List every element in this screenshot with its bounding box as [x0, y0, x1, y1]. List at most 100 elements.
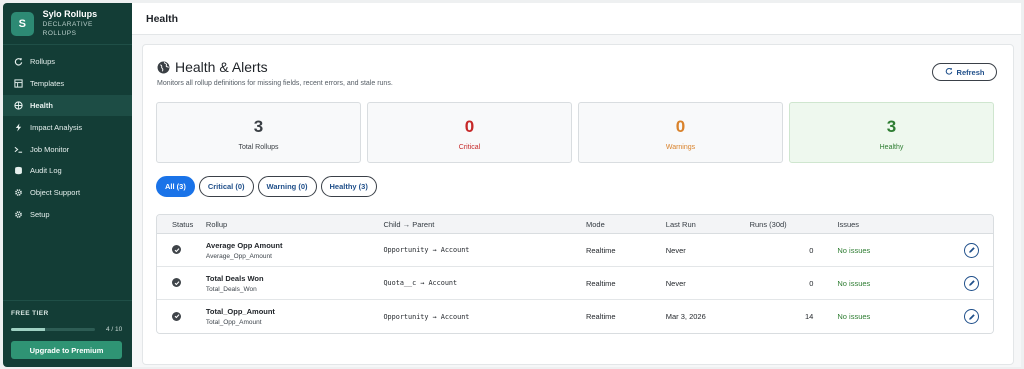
check-circle-icon — [172, 245, 181, 255]
pencil-icon — [968, 247, 975, 253]
stats-row: 3 Total Rollups 0 Critical 0 Warnings 3 … — [156, 102, 1000, 163]
stat-label: Warnings — [665, 144, 696, 151]
table-row[interactable]: Total_Opp_Amount Total_Opp_Amount Opport… — [157, 300, 993, 333]
tier-label: FREE TIER — [11, 310, 49, 317]
stat-value: 0 — [675, 117, 686, 136]
child-parent: Opportunity → Account — [383, 312, 470, 321]
refresh-button[interactable]: Refresh — [932, 63, 997, 81]
filter-healthy[interactable]: Healthy (3) — [320, 176, 377, 197]
refresh-label: Refresh — [956, 67, 985, 77]
tier-usage-bar — [11, 328, 95, 331]
issues: No issues — [837, 245, 871, 255]
upgrade-button[interactable]: Upgrade to Premium — [11, 341, 122, 359]
edit-button[interactable] — [964, 242, 979, 258]
rollup-api-name: Average_Opp_Amount — [205, 252, 272, 260]
sidebar-item-label: Rollups — [30, 57, 56, 67]
filter-all[interactable]: All (3) — [156, 176, 195, 197]
sidebar-item-setup[interactable]: Setup — [3, 204, 132, 226]
col-issues: Issues — [837, 219, 860, 229]
sidebar-item-label: Health — [30, 100, 53, 110]
database-icon — [13, 165, 24, 176]
mode: Realtime — [585, 245, 616, 255]
brand-name: Sylo Rollups — [42, 9, 98, 19]
mode: Realtime — [585, 312, 616, 321]
rollup-api-name: Total_Deals_Won — [205, 285, 257, 293]
stat-label: Critical — [458, 144, 481, 151]
globe-icon — [157, 61, 170, 73]
mode: Realtime — [585, 278, 616, 288]
stat-warnings: 0 Warnings — [578, 102, 783, 163]
sidebar-item-audit-log[interactable]: Audit Log — [3, 160, 132, 182]
tier-usage-fill — [11, 328, 45, 331]
page-title: Health — [132, 3, 1021, 35]
col-last-run: Last Run — [665, 219, 696, 229]
col-child-parent: Child → Parent — [383, 219, 435, 229]
section-title: Health & Alerts — [175, 59, 268, 75]
last-run: Never — [665, 245, 686, 255]
refresh-icon — [13, 56, 24, 67]
sidebar-item-object-support[interactable]: Object Support — [3, 182, 132, 204]
stat-total-rollups: 3 Total Rollups — [156, 102, 361, 163]
pencil-icon — [968, 313, 975, 320]
runs-30d: 0 — [809, 245, 814, 255]
sidebar: S Sylo Rollups DECLARATIVE ROLLUPS Rollu… — [3, 3, 132, 367]
rollup-api-name: Total_Opp_Amount — [205, 319, 262, 326]
stat-label: Total Rollups — [238, 144, 279, 151]
rollups-table: Status Rollup Child → Parent Mode Last R… — [156, 214, 994, 334]
sidebar-item-rollups[interactable]: Rollups — [3, 51, 132, 73]
section-header: Health & Alerts — [157, 59, 268, 75]
filter-critical[interactable]: Critical (0) — [198, 176, 254, 197]
sidebar-item-health[interactable]: Health — [3, 94, 132, 117]
child-parent: Opportunity → Account — [383, 246, 470, 254]
last-run: Never — [665, 278, 686, 288]
bolt-icon — [13, 122, 24, 133]
rollup-name: Total Deals Won — [205, 273, 264, 283]
sidebar-item-label: Setup — [30, 209, 50, 219]
sidebar-item-label: Object Support — [30, 188, 81, 198]
stat-value: 0 — [464, 117, 475, 136]
health-icon — [13, 100, 24, 111]
col-runs: Runs (30d) — [749, 219, 787, 229]
sidebar-item-impact-analysis[interactable]: Impact Analysis — [3, 116, 132, 138]
check-circle-icon — [172, 278, 181, 288]
tier-usage: 4 / 10 — [11, 326, 124, 333]
filter-pills: All (3) Critical (0) Warning (0) Healthy… — [156, 176, 381, 197]
table-header: Status Rollup Child → Parent Mode Last R… — [157, 215, 993, 234]
gear-icon — [13, 187, 24, 198]
stat-value: 3 — [886, 117, 897, 136]
table-row[interactable]: Total Deals Won Total_Deals_Won Quota__c… — [157, 267, 993, 300]
col-status: Status — [172, 219, 194, 229]
last-run: Mar 3, 2026 — [665, 312, 706, 321]
brand-logo: S — [11, 11, 34, 36]
sidebar-item-label: Audit Log — [30, 166, 62, 176]
edit-button[interactable] — [964, 309, 979, 324]
col-mode: Mode — [585, 219, 605, 229]
brand-text: Sylo Rollups DECLARATIVE ROLLUPS — [43, 9, 124, 38]
rollup-name: Total_Opp_Amount — [205, 307, 275, 316]
main-area: Health Health & Alerts Monitors all roll… — [132, 3, 1021, 367]
sidebar-footer: FREE TIER 4 / 10 Upgrade to Premium — [3, 300, 132, 367]
app-frame: S Sylo Rollups DECLARATIVE ROLLUPS Rollu… — [0, 0, 1024, 369]
table-row[interactable]: Average Opp Amount Average_Opp_Amount Op… — [157, 234, 993, 267]
tier-usage-count: 4 / 10 — [106, 326, 123, 333]
check-circle-icon — [172, 311, 181, 321]
issues: No issues — [837, 278, 871, 288]
sidebar-item-label: Templates — [30, 79, 65, 89]
runs-30d: 14 — [805, 312, 814, 321]
brand-subtitle: DECLARATIVE ROLLUPS — [42, 21, 93, 37]
stat-label: Healthy — [879, 144, 904, 151]
health-card: Health & Alerts Monitors all rollup defi… — [142, 44, 1014, 365]
stat-healthy: 3 Healthy — [789, 102, 994, 163]
issues: No issues — [837, 312, 871, 321]
sidebar-nav: Rollups Templates Health Impact Analysis — [3, 51, 132, 225]
rollup-name: Average Opp Amount — [205, 240, 283, 250]
sidebar-item-job-monitor[interactable]: Job Monitor — [3, 138, 132, 160]
sidebar-item-templates[interactable]: Templates — [3, 73, 132, 95]
terminal-icon — [13, 144, 24, 155]
edit-button[interactable] — [964, 275, 979, 291]
section-subtitle: Monitors all rollup definitions for miss… — [157, 80, 393, 87]
child-parent: Quota__c → Account — [383, 279, 458, 287]
stat-critical: 0 Critical — [367, 102, 572, 163]
sidebar-item-label: Impact Analysis — [30, 122, 83, 132]
filter-warning[interactable]: Warning (0) — [257, 176, 317, 197]
